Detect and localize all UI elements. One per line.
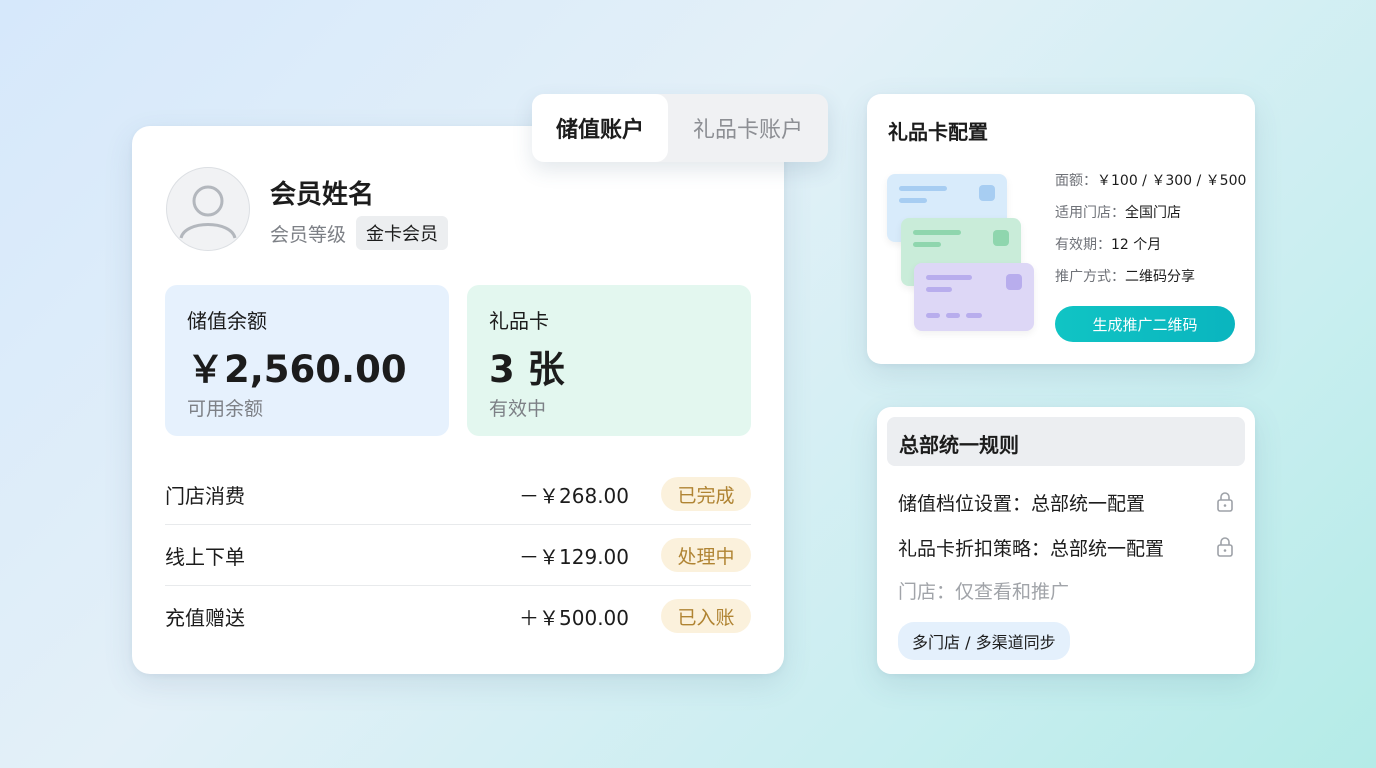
- transaction-row[interactable]: 充值赠送 ＋￥500.00 已入账: [165, 586, 751, 646]
- balance-sub: 可用余额: [187, 398, 264, 420]
- config-applicable-stores: 适用门店：全国门店: [1055, 205, 1181, 221]
- member-level-badge: 金卡会员: [356, 216, 449, 250]
- transaction-name: 充值赠送: [165, 605, 245, 630]
- hq-rules-header: 总部统一规则: [887, 417, 1245, 466]
- balance-title: 储值余额: [187, 309, 267, 333]
- avatar[interactable]: [166, 167, 250, 251]
- giftcard-sub: 有效中: [489, 398, 547, 420]
- config-validity: 有效期：12 个月: [1055, 237, 1162, 253]
- hq-rules-title: 总部统一规则: [899, 433, 1019, 457]
- giftcard-value: 3 张: [489, 348, 565, 391]
- transaction-amount: －￥129.00: [519, 544, 629, 569]
- tab-gift-card-account[interactable]: 礼品卡账户: [668, 94, 828, 162]
- sync-badge: 多门店 / 多渠道同步: [898, 622, 1070, 660]
- gift-card-illustration-purple: [914, 263, 1034, 331]
- rule-row-stored-value-tiers: 储值档位设置：总部统一配置: [898, 489, 1234, 516]
- transaction-row[interactable]: 线上下单 －￥129.00 处理中: [165, 525, 751, 586]
- user-icon: [179, 185, 237, 239]
- transaction-amount: －￥268.00: [519, 483, 629, 508]
- balance-value: ￥2,560.00: [187, 348, 407, 391]
- member-level-row: 会员等级 金卡会员: [270, 216, 449, 250]
- giftcard-stat-box[interactable]: 礼品卡 3 张 有效中: [467, 285, 751, 436]
- gift-card-config-panel: 礼品卡配置 面额：￥100 / ￥300 / ￥500 适用门店：全国门店 有效…: [867, 94, 1255, 364]
- transaction-name: 门店消费: [165, 483, 245, 508]
- lock-icon: [1217, 492, 1233, 512]
- member-level-label: 会员等级: [270, 223, 347, 246]
- hq-rules-panel: 总部统一规则 储值档位设置：总部统一配置 礼品卡折扣策略：总部统一配置 门店：仅…: [877, 407, 1255, 674]
- transaction-list: 门店消费 －￥268.00 已完成 线上下单 －￥129.00 处理中 充值赠送…: [165, 464, 751, 646]
- store-permission-note: 门店：仅查看和推广: [898, 581, 1070, 603]
- lock-icon: [1217, 537, 1233, 557]
- transaction-row[interactable]: 门店消费 －￥268.00 已完成: [165, 464, 751, 525]
- balance-stat-box[interactable]: 储值余额 ￥2,560.00 可用余额: [165, 285, 449, 436]
- config-denomination: 面额：￥100 / ￥300 / ￥500: [1055, 173, 1247, 189]
- transaction-status-badge: 已完成: [661, 477, 751, 511]
- member-name: 会员姓名: [270, 180, 375, 210]
- transaction-amount: ＋￥500.00: [519, 605, 629, 630]
- gift-config-title: 礼品卡配置: [888, 120, 988, 144]
- transaction-status-badge: 已入账: [661, 599, 751, 633]
- member-account-card: 会员姓名 会员等级 金卡会员 储值余额 ￥2,560.00 可用余额 礼品卡 3…: [132, 126, 784, 674]
- account-tab-bar: 储值账户 礼品卡账户: [532, 94, 828, 162]
- giftcard-title: 礼品卡: [489, 309, 549, 333]
- tab-stored-value-account[interactable]: 储值账户: [532, 94, 668, 162]
- generate-qr-button[interactable]: 生成推广二维码: [1055, 306, 1235, 342]
- transaction-status-badge: 处理中: [661, 538, 751, 572]
- rule-row-giftcard-discount: 礼品卡折扣策略：总部统一配置: [898, 534, 1234, 561]
- transaction-name: 线上下单: [165, 544, 245, 569]
- config-promotion-method: 推广方式：二维码分享: [1055, 269, 1195, 285]
